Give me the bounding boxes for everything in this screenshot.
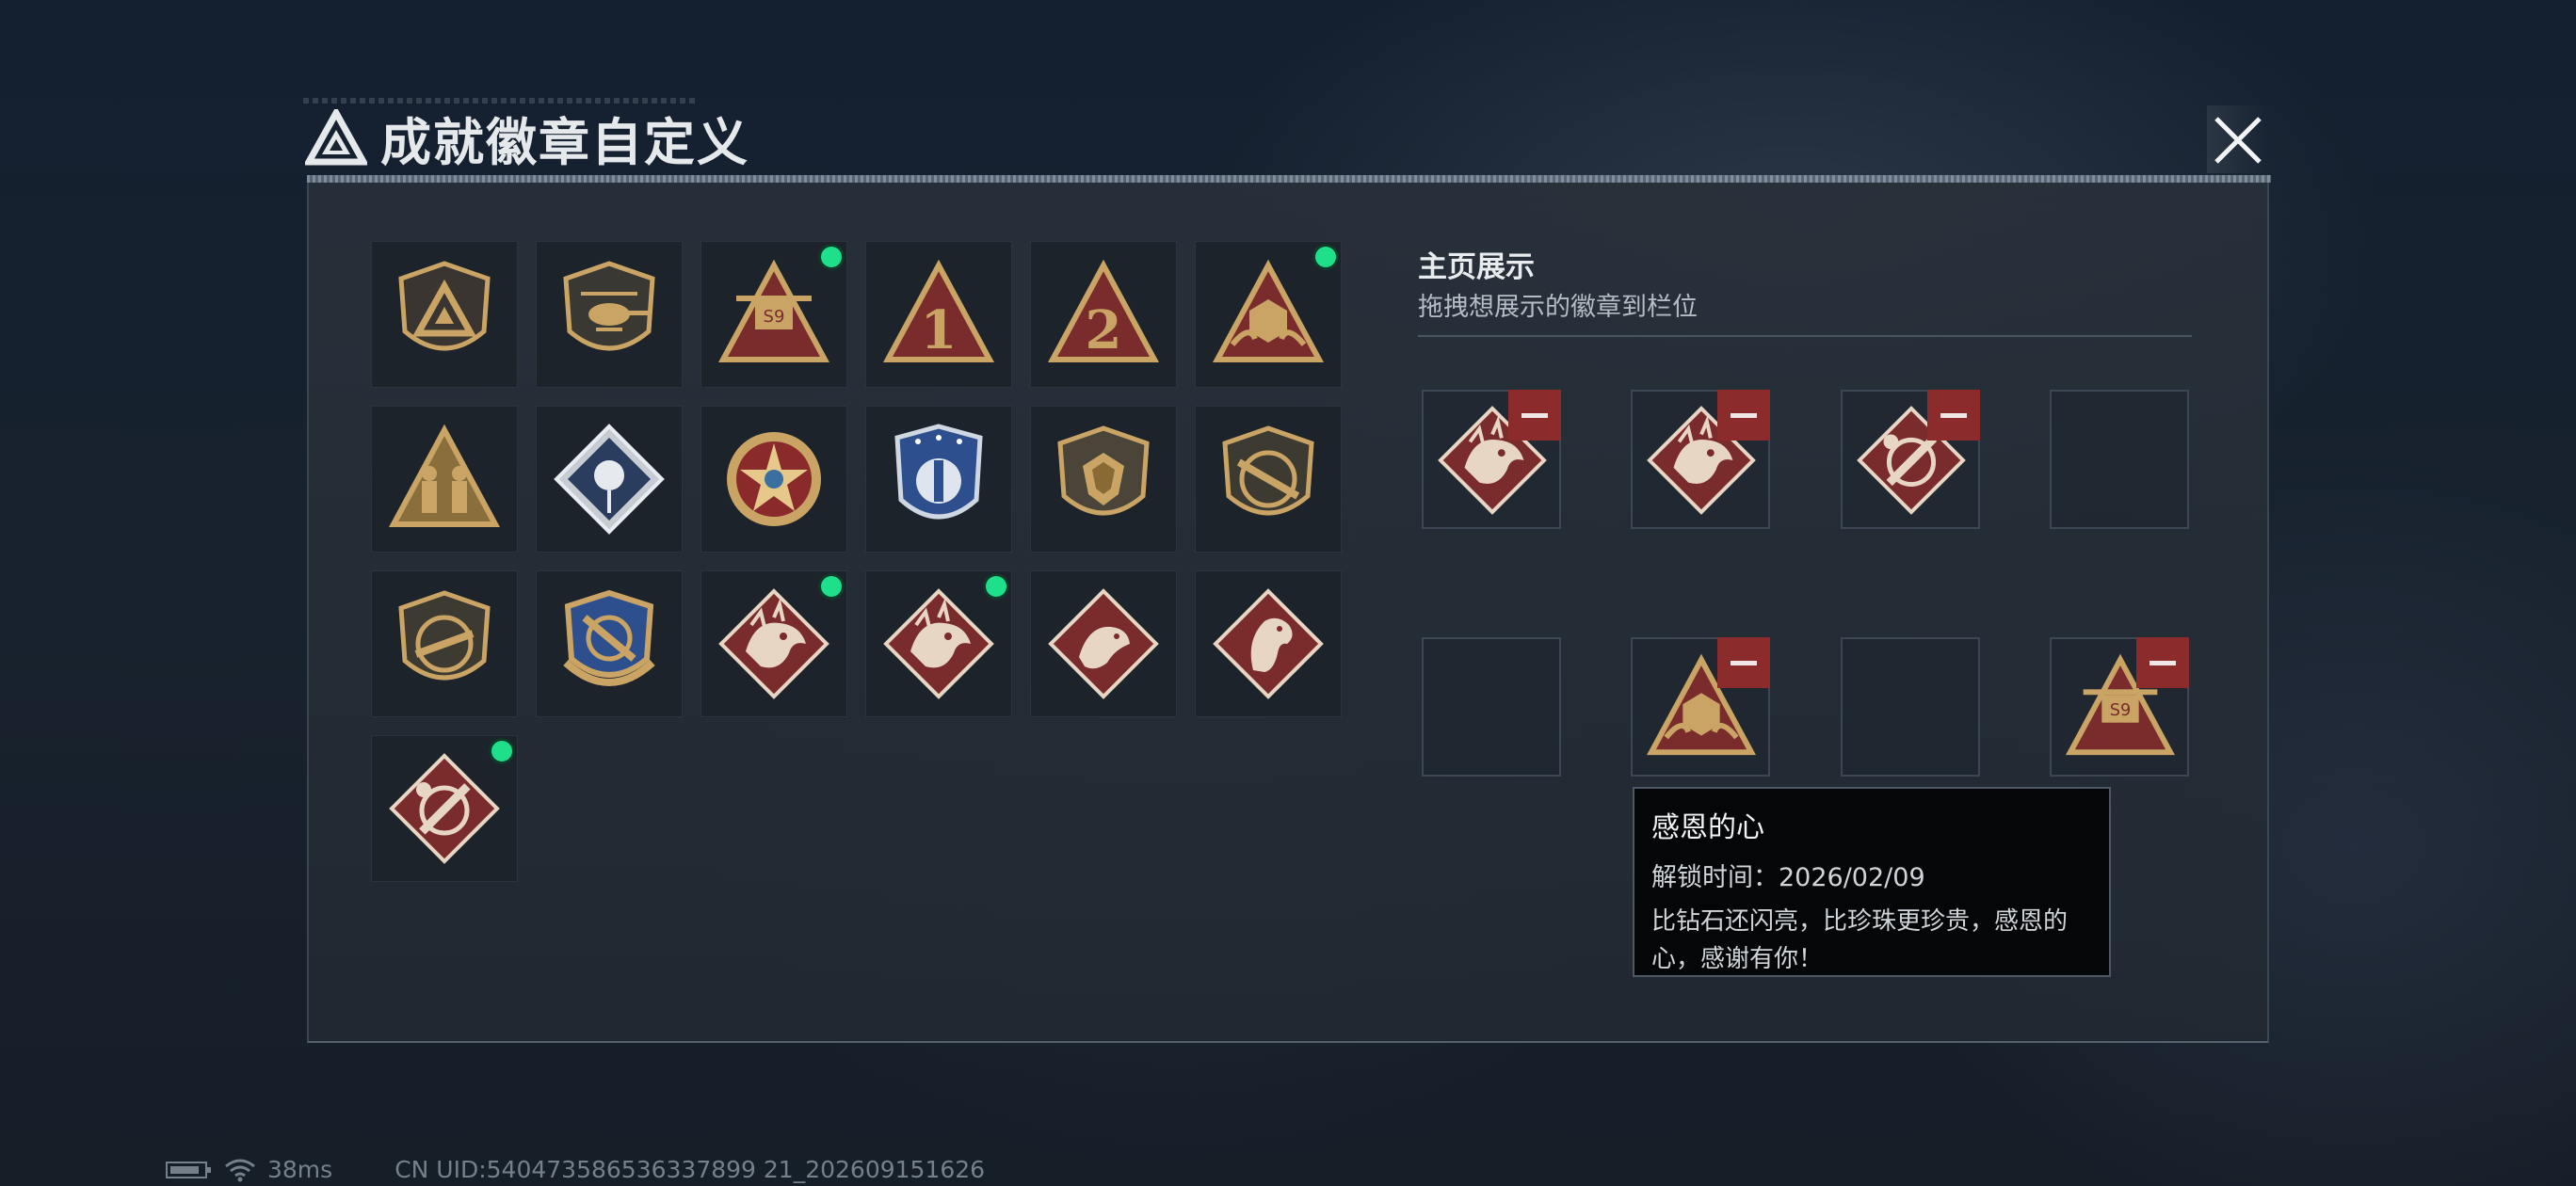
delta-logo-icon xyxy=(305,109,367,166)
remove-badge-button[interactable] xyxy=(2136,637,2189,688)
d20-hands-triangle-badge-icon xyxy=(1212,259,1325,362)
badge-slot[interactable] xyxy=(1030,570,1177,717)
display-slot-filled[interactable] xyxy=(1631,390,1770,529)
svg-text:S9: S9 xyxy=(2110,701,2131,720)
tooltip-description: 比钻石还闪亮，比珍珠更珍贵，感恩的心，感谢有你！ xyxy=(1651,907,2069,973)
new-indicator-dot xyxy=(821,247,842,267)
number-1-triangle-badge-icon: 1 xyxy=(882,259,995,362)
badge-slot[interactable] xyxy=(1030,406,1177,553)
rat-diamond-badge-icon xyxy=(1048,588,1159,699)
horse-diamond-badge-icon xyxy=(1213,588,1324,699)
badge-slot[interactable] xyxy=(865,570,1012,717)
new-indicator-dot xyxy=(1315,247,1336,267)
display-slot-filled[interactable] xyxy=(1631,637,1770,777)
svg-text:S9: S9 xyxy=(764,307,785,327)
crossed-weapons-laurel-badge-icon xyxy=(563,589,655,686)
remove-badge-button[interactable] xyxy=(1717,637,1770,688)
delta-logo-shield-badge-icon xyxy=(398,261,491,351)
badge-slot[interactable] xyxy=(536,406,683,553)
badge-slot[interactable] xyxy=(1195,241,1342,388)
new-indicator-dot xyxy=(491,741,512,761)
dragon-diamond-badge-icon xyxy=(718,588,829,699)
badge-slot[interactable] xyxy=(700,570,847,717)
close-button[interactable] xyxy=(2207,105,2269,173)
close-icon xyxy=(2214,117,2262,164)
badge-tooltip: 感恩的心 解锁时间：2026/02/09 比钻石还闪亮，比珍珠更珍贵，感恩的心，… xyxy=(1633,787,2111,977)
badge-slot[interactable] xyxy=(865,406,1012,553)
star-medal-badge-icon xyxy=(727,432,821,526)
svg-text:2: 2 xyxy=(1086,299,1122,361)
dragon-diamond-badge-icon xyxy=(883,588,994,699)
page-header: 成就徽章自定义 xyxy=(305,102,749,173)
display-section-subtitle: 拖拽想展示的徽章到栏位 xyxy=(1418,293,1698,322)
badge-slot[interactable] xyxy=(536,241,683,388)
badge-slot[interactable] xyxy=(700,406,847,553)
svg-text:1: 1 xyxy=(921,299,958,361)
page-title: 成就徽章自定义 xyxy=(380,112,749,172)
wrench-diamond-badge-icon xyxy=(389,753,500,864)
display-slot-empty[interactable] xyxy=(1422,637,1561,777)
display-slot-filled[interactable] xyxy=(1422,390,1561,529)
number-2-triangle-badge-icon: 2 xyxy=(1047,259,1160,362)
rifle-shield-badge-icon xyxy=(1222,425,1314,516)
badge-slot[interactable]: 2 xyxy=(1030,241,1177,388)
new-indicator-dot xyxy=(821,576,842,597)
badge-slot[interactable] xyxy=(1195,406,1342,553)
section-divider xyxy=(1418,335,2192,337)
uid-text: CN UID:540473586536337899 21_20260915162… xyxy=(394,1156,986,1183)
helicopter-shield-badge-icon xyxy=(563,261,655,351)
display-slot-filled[interactable] xyxy=(1841,390,1980,529)
tooltip-badge-name: 感恩的心 xyxy=(1651,811,1764,844)
blue-shield-badge-icon xyxy=(894,424,983,520)
display-slot-empty[interactable] xyxy=(2050,390,2189,529)
remove-badge-button[interactable] xyxy=(1717,390,1770,441)
ping-value: 38ms xyxy=(267,1156,333,1183)
badge-slot[interactable] xyxy=(371,570,518,717)
remove-badge-button[interactable] xyxy=(1508,390,1561,441)
tooltip-unlock-time: 解锁时间：2026/02/09 xyxy=(1651,863,1925,892)
badge-slot[interactable] xyxy=(1195,570,1342,717)
badge-slot[interactable] xyxy=(371,735,518,882)
s9-turret-triangle-badge-icon: S9 xyxy=(717,259,830,362)
wifi-icon xyxy=(225,1159,255,1181)
badge-slot[interactable] xyxy=(371,241,518,388)
remove-badge-button[interactable] xyxy=(1927,390,1980,441)
gem-shield-badge-icon xyxy=(1057,425,1150,516)
display-slot-empty[interactable] xyxy=(1841,637,1980,777)
badge-slot[interactable] xyxy=(371,406,518,553)
rose-diamond-badge-icon xyxy=(554,424,665,535)
soldiers-triangle-badge-icon xyxy=(388,424,501,527)
new-indicator-dot xyxy=(986,576,1006,597)
panel-top-border xyxy=(307,175,2271,183)
display-section-title: 主页展示 xyxy=(1418,250,1535,284)
badge-slot[interactable]: 1 xyxy=(865,241,1012,388)
badge-slot[interactable]: S9 xyxy=(700,241,847,388)
badge-slot[interactable] xyxy=(536,570,683,717)
display-slot-filled[interactable]: S9 xyxy=(2050,637,2189,777)
status-bar: 38ms CN UID:540473586536337899 21_202609… xyxy=(166,1156,985,1183)
battery-icon xyxy=(166,1161,211,1178)
smg-shield-badge-icon xyxy=(398,590,491,681)
